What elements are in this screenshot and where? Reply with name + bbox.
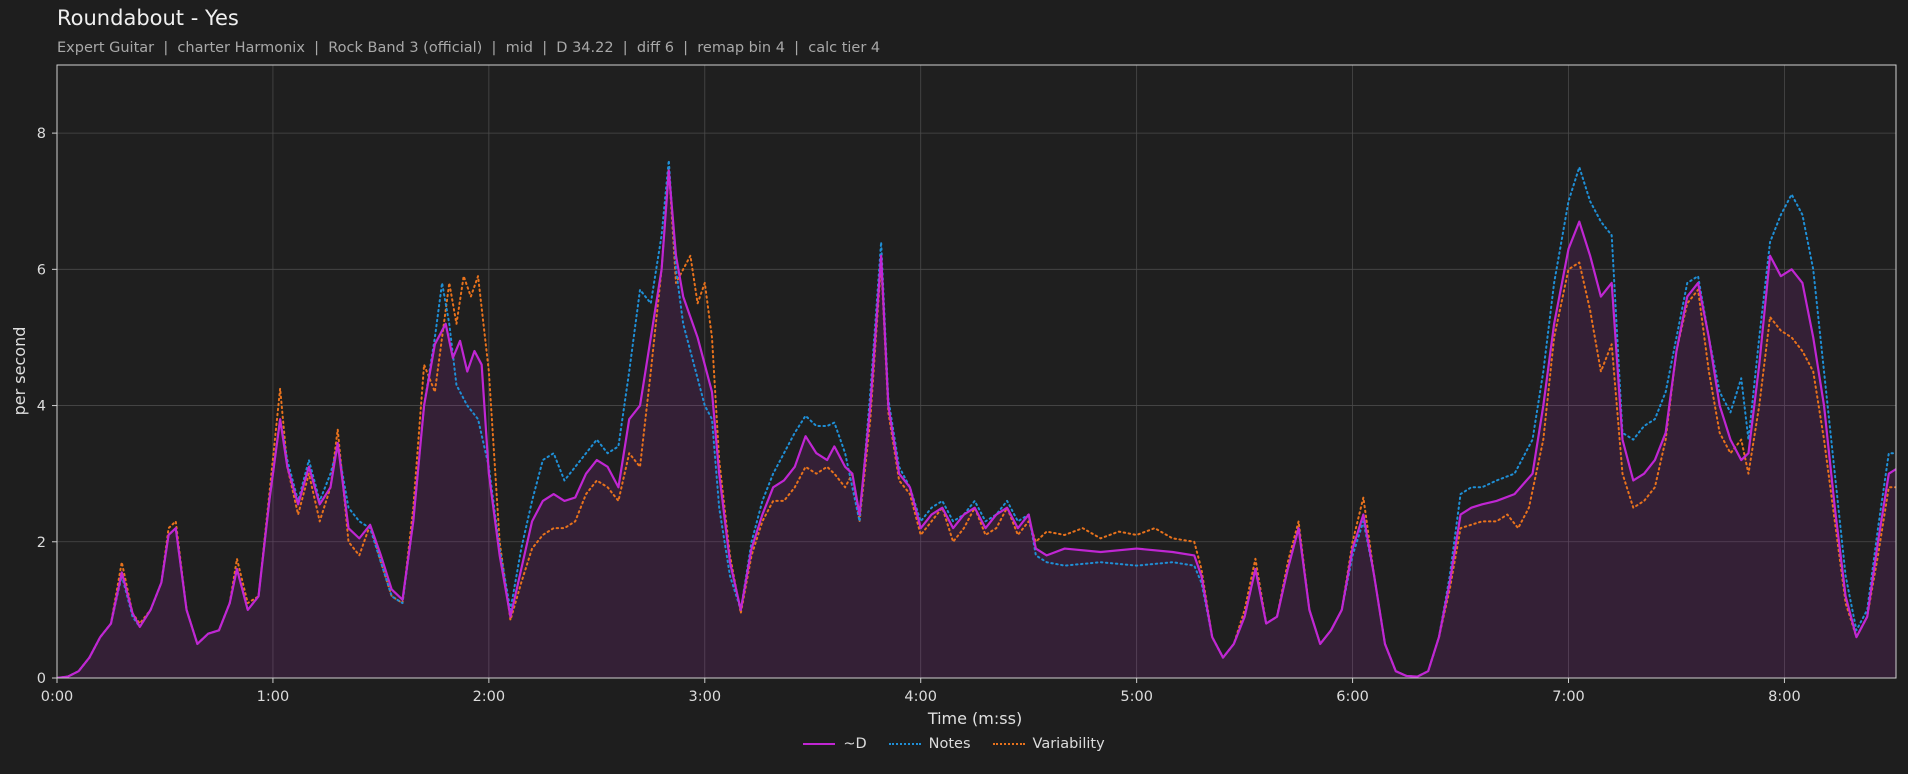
chart-title: Roundabout - Yes: [57, 6, 239, 30]
legend-item-variability: Variability: [992, 736, 1105, 752]
x-tick-label: 2:00: [473, 689, 506, 705]
chart-canvas: 0:00 1:00 2:00 3:00 4:00 5:00 6:00 7:00 8:00 0 2 4…: [10, 64, 1897, 728]
y-tick-label: 8: [37, 126, 46, 142]
legend-swatch-d: [803, 743, 836, 745]
legend-label-d: ~D: [843, 736, 867, 752]
x-tick-label: 8:00: [1768, 689, 1801, 705]
y-tick-label: 6: [37, 262, 46, 278]
legend-swatch-notes: [888, 743, 921, 745]
y-axis-ticks: 0 2 4 6 8: [37, 126, 57, 687]
x-axis-label: Time (m:ss): [927, 709, 1022, 728]
y-axis-label: per second: [10, 327, 29, 416]
legend-item-notes: Notes: [888, 736, 971, 752]
x-tick-label: 0:00: [41, 689, 74, 705]
x-tick-label: 6:00: [1336, 689, 1369, 705]
legend-label-notes: Notes: [928, 736, 971, 752]
x-tick-label: 1:00: [257, 689, 290, 705]
legend: ~D Notes Variability: [0, 736, 1908, 752]
y-tick-label: 2: [37, 535, 46, 551]
y-tick-label: 4: [37, 399, 46, 415]
legend-swatch-variability: [992, 743, 1025, 745]
x-tick-label: 3:00: [689, 689, 722, 705]
x-tick-label: 7:00: [1552, 689, 1585, 705]
legend-label-variability: Variability: [1032, 736, 1105, 752]
chart-subtitle: Expert Guitar | charter Harmonix | Rock …: [57, 40, 881, 56]
y-tick-label: 0: [37, 671, 46, 687]
x-tick-label: 4:00: [904, 689, 937, 705]
legend-item-d: ~D: [803, 736, 867, 752]
x-axis-ticks: 0:00 1:00 2:00 3:00 4:00 5:00 6:00 7:00 8:00: [41, 678, 1801, 705]
x-tick-label: 5:00: [1120, 689, 1153, 705]
